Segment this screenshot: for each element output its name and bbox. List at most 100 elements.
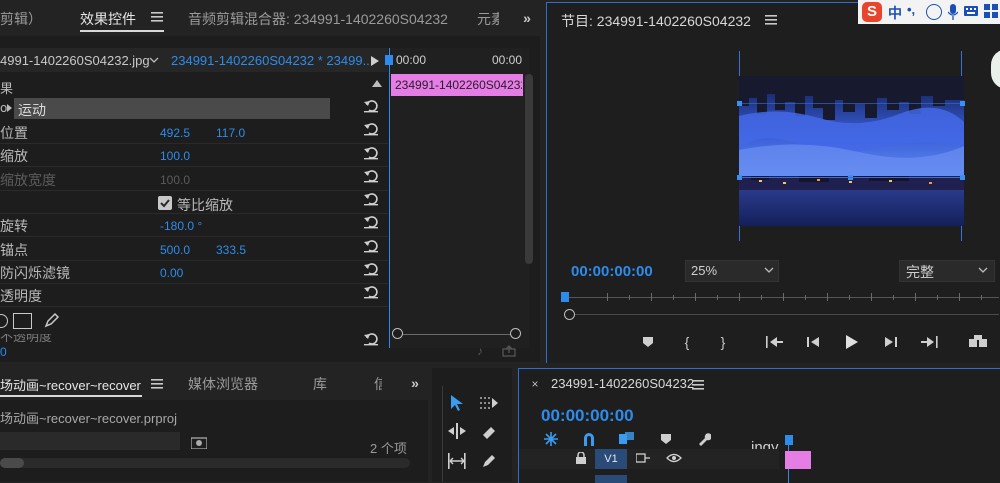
zoom-handle-right[interactable] — [510, 328, 521, 339]
collapse-arrow-icon[interactable] — [371, 78, 383, 88]
panel-overflow-icon[interactable]: » — [406, 374, 424, 392]
track-target-v1[interactable]: V1 — [595, 449, 627, 469]
chevron-down-icon[interactable] — [148, 54, 160, 66]
tab-media-browser[interactable]: 媒体浏览器 — [188, 374, 258, 394]
effect-zoom-track[interactable] — [398, 334, 512, 335]
timeline-timecode[interactable]: 00:00:00:00 — [541, 406, 634, 426]
close-tab-icon[interactable]: × — [529, 377, 541, 391]
property-value[interactable]: 492.5 — [160, 126, 190, 140]
tab-audio-clip-mixer[interactable]: 音频剪辑混合器: 234991-1402260S04232 — [188, 9, 448, 29]
ime-logo-icon[interactable]: S — [862, 2, 882, 22]
timeline-menu-icon[interactable] — [691, 378, 705, 392]
ripple-edit-tool-icon[interactable] — [444, 418, 470, 444]
tab-prev[interactable]: 剪辑） — [0, 9, 42, 29]
floating-side-widget[interactable] — [991, 49, 1000, 89]
lock-icon[interactable] — [574, 451, 588, 465]
timeline-clip[interactable] — [785, 451, 811, 469]
snap-magnet-icon[interactable] — [581, 431, 597, 447]
transform-handle[interactable] — [960, 175, 965, 180]
go-to-in-icon[interactable] — [765, 334, 785, 350]
pen-mask-icon[interactable] — [42, 310, 62, 330]
property-label: 透明度 — [0, 288, 42, 304]
export-frame-icon[interactable] — [967, 334, 989, 350]
reset-parameter-icon[interactable] — [363, 145, 381, 163]
program-menu-icon[interactable] — [764, 13, 778, 27]
ime-language-toggle[interactable]: 中 — [888, 3, 902, 23]
mark-in-icon[interactable]: { — [679, 334, 695, 350]
sync-lock-icon[interactable] — [635, 451, 651, 465]
reset-parameter-icon[interactable] — [363, 98, 381, 116]
project-scroll-thumb[interactable] — [0, 458, 24, 468]
property-value[interactable]: 0.00 — [160, 266, 183, 280]
bottom-timecode: 0 — [0, 345, 7, 359]
effect-playhead-line[interactable] — [389, 48, 390, 348]
fx-toggle-icon[interactable]: o — [0, 98, 14, 118]
reset-parameter-icon[interactable] — [363, 238, 381, 256]
ellipse-mask-icon[interactable] — [0, 314, 8, 328]
tab-info[interactable]: 信 — [374, 374, 382, 394]
eye-icon[interactable] — [665, 451, 683, 465]
project-search-field[interactable] — [0, 432, 180, 450]
project-menu-icon[interactable] — [150, 377, 164, 391]
program-zoom-bar[interactable] — [565, 314, 999, 315]
go-to-out-icon[interactable] — [919, 334, 939, 350]
video-preview[interactable] — [739, 76, 964, 226]
reset-parameter-icon[interactable] — [363, 261, 381, 279]
nest-icon[interactable] — [543, 431, 559, 447]
bin-search-icon[interactable] — [190, 436, 208, 450]
effect-playhead-handle[interactable] — [385, 55, 393, 65]
effect-vertical-scrollbar[interactable] — [525, 74, 533, 264]
tab-project[interactable]: 场动画~recover~recover — [0, 375, 141, 394]
panel-overflow-icon[interactable]: » — [518, 9, 536, 27]
reset-parameter-icon[interactable] — [363, 214, 381, 232]
timeline-playhead[interactable] — [785, 435, 793, 445]
rectangle-mask-icon[interactable] — [13, 313, 32, 329]
track-select-tool-icon[interactable] — [476, 390, 502, 416]
reset-parameter-icon[interactable] — [363, 168, 381, 186]
sequence-clip-name[interactable]: 234991-1402260S04232 * 23499... — [171, 53, 373, 68]
ime-emoji-icon[interactable] — [926, 4, 942, 20]
linked-selection-icon[interactable] — [619, 431, 635, 447]
property-value[interactable]: -180.0 ° — [160, 219, 202, 233]
step-forward-icon[interactable] — [881, 334, 899, 350]
hamburger-menu-icon[interactable] — [150, 10, 164, 24]
program-zoom-handle[interactable] — [564, 309, 575, 320]
reset-parameter-icon[interactable] — [363, 121, 381, 139]
sequence-tab-title[interactable]: 234991-1402260S04232 — [551, 376, 694, 391]
property-value[interactable]: 333.5 — [216, 243, 246, 257]
selection-tool-icon[interactable] — [444, 390, 470, 416]
tab-libraries[interactable]: 库 — [313, 374, 327, 394]
add-marker-icon[interactable] — [640, 334, 656, 350]
property-value[interactable]: 500.0 — [160, 243, 190, 257]
ime-punctuation-toggle[interactable]: •, — [907, 2, 915, 17]
tab-effect-controls[interactable]: 效果控件 — [80, 9, 136, 29]
add-marker-icon[interactable] — [659, 431, 673, 447]
property-value[interactable]: 117.0 — [216, 126, 245, 140]
property-value[interactable]: 100.0 — [160, 173, 190, 187]
slip-tool-icon[interactable] — [444, 448, 470, 474]
program-timecode[interactable]: 00:00:00:00 — [571, 263, 653, 280]
reset-parameter-icon[interactable] — [363, 191, 381, 209]
reset-parameter-icon[interactable] — [363, 284, 381, 302]
motion-effect-header[interactable] — [14, 98, 330, 119]
transform-handle[interactable] — [960, 101, 965, 106]
property-value[interactable]: 100.0 — [160, 149, 190, 163]
play-icon[interactable] — [842, 332, 862, 352]
uniform-scale-checkbox[interactable] — [158, 196, 172, 210]
ime-apps-icon[interactable] — [983, 3, 999, 19]
play-arrow-icon[interactable] — [368, 54, 382, 68]
razor-tool-icon[interactable] — [476, 418, 502, 444]
tab-essential[interactable]: 元素 — [477, 9, 499, 29]
export-icon[interactable] — [501, 344, 517, 358]
project-horizontal-scrollbar[interactable] — [0, 458, 410, 468]
mark-out-icon[interactable]: } — [715, 334, 731, 350]
ime-keyboard-icon[interactable] — [964, 3, 978, 19]
zoom-handle-left[interactable] — [392, 328, 403, 339]
source-clip-name[interactable]: 4991-1402260S04232.jpg — [0, 53, 150, 68]
pen-tool-icon[interactable] — [476, 448, 502, 474]
filter-audio-icon[interactable]: ♪ — [472, 344, 488, 358]
ime-voice-icon[interactable] — [946, 3, 960, 21]
wrench-icon[interactable] — [695, 431, 713, 447]
step-back-icon[interactable] — [805, 334, 823, 350]
program-playhead[interactable] — [561, 292, 569, 302]
